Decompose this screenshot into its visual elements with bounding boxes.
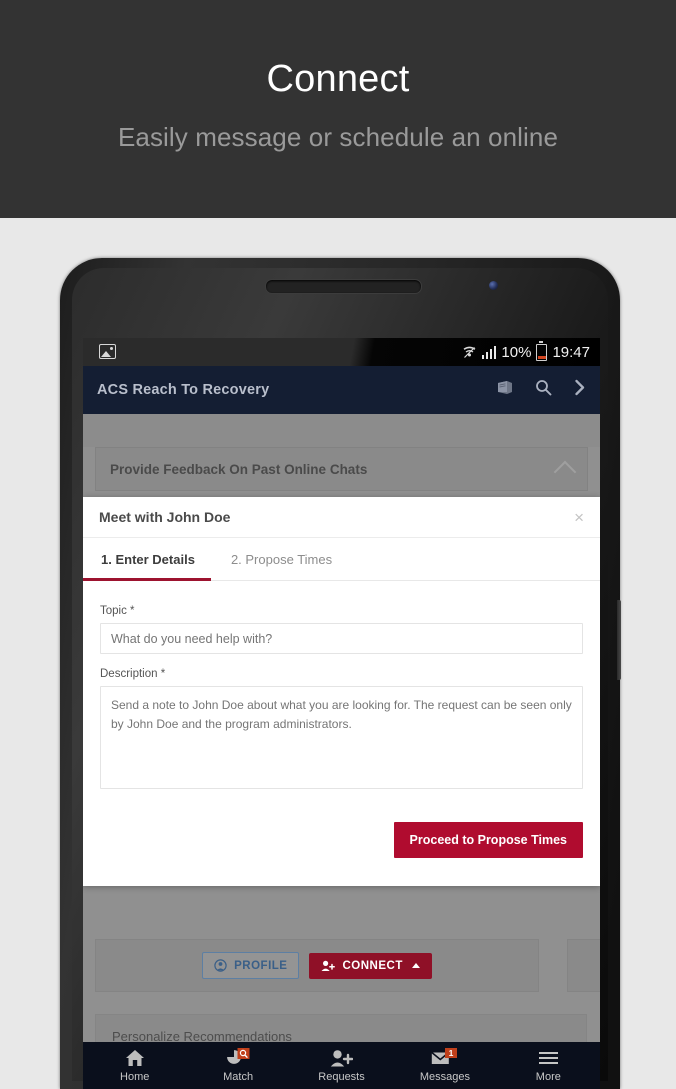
promo-banner: Connect Easily message or schedule an on… — [0, 0, 676, 218]
profile-card-side-panel — [567, 939, 600, 992]
description-label: Description * — [100, 668, 166, 680]
bottom-navigation: Home Match Requests 1 Messages More — [83, 1042, 600, 1089]
nav-item-home[interactable]: Home — [83, 1049, 186, 1083]
chevron-up-icon[interactable] — [553, 460, 577, 484]
nav-item-match[interactable]: Match — [186, 1048, 289, 1083]
tab-propose-times[interactable]: 2. Propose Times — [213, 538, 350, 580]
image-icon — [99, 344, 116, 359]
profile-button-label: PROFILE — [234, 959, 288, 972]
description-textarea[interactable] — [100, 686, 583, 789]
battery-percent-label: 10% — [501, 343, 532, 361]
caret-up-icon — [411, 963, 420, 968]
nav-label-match: Match — [223, 1070, 254, 1083]
topic-label: Topic * — [100, 605, 135, 617]
phone-earpiece-speaker — [265, 279, 422, 294]
status-right-icons: 10% 19:47 — [462, 338, 590, 366]
clock-label: 19:47 — [552, 343, 590, 361]
phone-volume-button — [617, 600, 621, 680]
battery-icon — [536, 341, 548, 361]
feedback-card[interactable]: Provide Feedback On Past Online Chats — [95, 447, 588, 491]
promo-subtitle: Easily message or schedule an online — [117, 122, 559, 152]
nav-label-more: More — [535, 1070, 561, 1083]
chevron-right-icon[interactable] — [574, 379, 586, 401]
status-bar: 10% 19:47 — [83, 338, 600, 366]
profile-button[interactable]: PROFILE — [202, 952, 300, 979]
phone-front-camera — [489, 281, 498, 290]
topic-field-group: Topic * — [100, 605, 583, 654]
nav-label-messages: Messages — [419, 1070, 470, 1083]
add-person-icon — [330, 1049, 354, 1068]
wifi-icon — [462, 345, 477, 359]
app-bar: ACS Reach To Recovery — [83, 366, 600, 414]
close-icon[interactable]: × — [574, 509, 584, 526]
proceed-to-propose-times-button[interactable]: Proceed to Propose Times — [393, 822, 583, 858]
dialog-footer: Proceed to Propose Times — [83, 808, 600, 886]
dialog-tabs: 1. Enter Details 2. Propose Times — [83, 538, 600, 581]
nav-label-home: Home — [120, 1070, 150, 1083]
envelope-icon: 1 — [431, 1048, 458, 1068]
nav-item-messages[interactable]: 1 Messages — [393, 1048, 496, 1083]
content-spacer — [83, 414, 600, 447]
nav-item-more[interactable]: More — [497, 1049, 600, 1083]
active-tab-indicator — [83, 578, 211, 581]
match-search-icon — [225, 1048, 251, 1068]
signal-bars-icon — [481, 345, 497, 359]
hamburger-icon — [538, 1049, 558, 1068]
nav-item-requests[interactable]: Requests — [290, 1049, 393, 1083]
connect-button[interactable]: CONNECT — [309, 952, 432, 979]
meet-dialog: Meet with John Doe × 1. Enter Details 2.… — [83, 497, 600, 886]
dialog-title: Meet with John Doe — [99, 509, 231, 525]
app-bar-actions — [497, 366, 586, 414]
tab-enter-details[interactable]: 1. Enter Details — [83, 538, 213, 580]
dialog-body: Topic * Description * — [83, 581, 600, 794]
person-circle-icon — [214, 959, 227, 972]
app-title: ACS Reach To Recovery — [97, 382, 270, 398]
topic-input[interactable] — [100, 623, 583, 654]
dialog-header: Meet with John Doe × — [83, 497, 600, 538]
profile-actions-card: PROFILE CONNECT — [95, 939, 539, 992]
add-person-icon — [321, 960, 336, 971]
connect-button-label: CONNECT — [342, 959, 403, 972]
svg-text:1: 1 — [449, 1048, 454, 1058]
nav-label-requests: Requests — [318, 1070, 365, 1083]
home-icon — [125, 1049, 145, 1068]
book-icon[interactable] — [497, 380, 513, 400]
feedback-card-title: Provide Feedback On Past Online Chats — [110, 461, 368, 477]
status-left-icons — [99, 344, 116, 359]
phone-screen: 10% 19:47 ACS Reach To Recovery Provide … — [83, 338, 600, 1089]
description-field-group: Description * — [100, 668, 583, 794]
search-icon[interactable] — [535, 379, 552, 401]
promo-title: Connect — [266, 58, 410, 100]
